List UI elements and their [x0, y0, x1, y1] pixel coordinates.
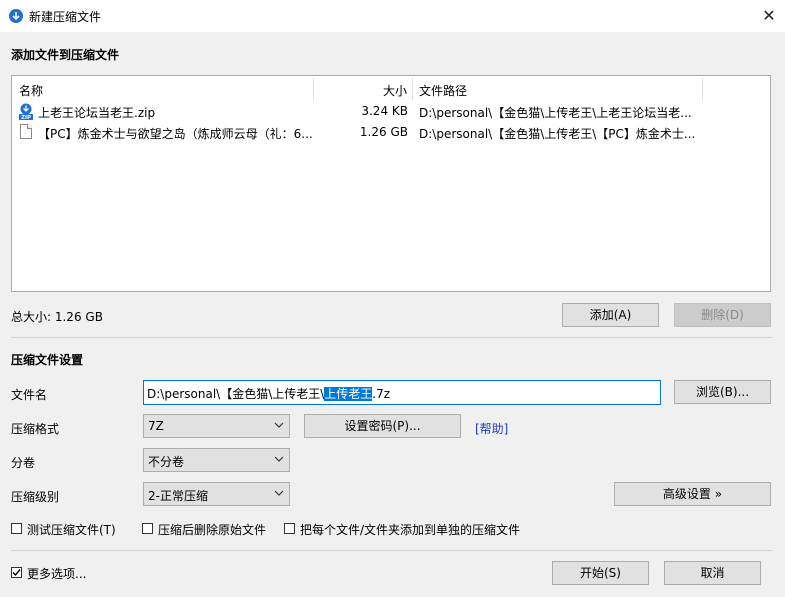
settings-section-title: 压缩文件设置	[11, 353, 84, 367]
svg-text:ZIP: ZIP	[21, 115, 31, 120]
checkmark-icon	[12, 569, 21, 577]
delete-button[interactable]: 删除(D)	[674, 303, 771, 327]
set-password-button[interactable]: 设置密码(P)...	[304, 414, 461, 438]
file-path: D:\personal\【金色猫\上传老王\【PC】炼金术士...	[419, 127, 696, 141]
divider	[11, 337, 772, 338]
test-archive-checkbox[interactable]	[11, 523, 22, 534]
delete-source-checkbox[interactable]	[142, 523, 153, 534]
test-archive-label[interactable]: 测试压缩文件(T)	[27, 521, 116, 538]
chevron-down-icon	[274, 422, 284, 428]
close-icon[interactable]: ✕	[755, 2, 783, 30]
cancel-button[interactable]: 取消	[664, 561, 761, 585]
file-size: 3.24 KB	[361, 104, 408, 118]
list-item[interactable]: ZIP 上老王论坛当老王.zip 3.24 KB D:\personal\【金色…	[16, 102, 768, 122]
delete-source-label[interactable]: 压缩后删除原始文件	[158, 521, 266, 538]
column-divider[interactable]	[412, 78, 413, 100]
file-size: 1.26 GB	[359, 125, 408, 139]
total-size: 总大小: 1.26 GB	[11, 310, 103, 324]
window-title: 新建压缩文件	[29, 10, 102, 24]
list-item[interactable]: 【PC】炼金术士与欲望之岛（炼成师云母（礼：6... 1.26 GB D:\pe…	[16, 123, 768, 143]
format-value: 7Z	[148, 419, 164, 433]
add-button[interactable]: 添加(A)	[562, 303, 659, 327]
divider	[11, 550, 772, 551]
separate-archives-label[interactable]: 把每个文件/文件夹添加到单独的压缩文件	[300, 521, 520, 538]
level-select[interactable]: 2-正常压缩	[143, 482, 290, 506]
filename-suffix: .7z	[372, 387, 391, 401]
volume-value: 不分卷	[148, 455, 185, 469]
column-header-name[interactable]: 名称	[19, 82, 43, 99]
help-link[interactable]: [帮助]	[475, 420, 508, 437]
column-divider[interactable]	[313, 78, 314, 100]
column-divider[interactable]	[702, 78, 703, 100]
column-header-size[interactable]: 大小	[383, 82, 407, 99]
file-path: D:\personal\【金色猫\上传老王\上老王论坛当老...	[419, 106, 692, 120]
column-header-path[interactable]: 文件路径	[419, 82, 467, 99]
advanced-settings-button[interactable]: 高级设置 »	[614, 482, 771, 506]
file-name: 上老王论坛当老王.zip	[38, 106, 156, 120]
add-section-title: 添加文件到压缩文件	[11, 48, 120, 62]
chevron-down-icon	[274, 490, 284, 496]
separate-archives-checkbox[interactable]	[284, 523, 295, 534]
format-label: 压缩格式	[11, 422, 60, 436]
app-logo-icon	[9, 9, 23, 23]
filename-label: 文件名	[11, 388, 48, 402]
title-bar	[0, 0, 785, 32]
file-name: 【PC】炼金术士与欲望之岛（炼成师云母（礼：6...	[38, 127, 313, 141]
browse-button[interactable]: 浏览(B)...	[674, 380, 771, 404]
filename-input[interactable]: D:\personal\【金色猫\上传老王\上传老王.7z	[143, 380, 661, 405]
file-list[interactable]: 名称 大小 文件路径 ZIP 上老王论坛当老王.zip 3.24 KB D:\p…	[11, 75, 771, 292]
filename-selection: 上传老王	[324, 387, 373, 401]
start-button[interactable]: 开始(S)	[552, 561, 649, 585]
level-value: 2-正常压缩	[148, 489, 208, 503]
document-icon	[20, 124, 32, 139]
level-label: 压缩级别	[11, 490, 60, 504]
volume-select[interactable]: 不分卷	[143, 448, 290, 472]
volume-label: 分卷	[11, 456, 36, 470]
more-options-checkbox[interactable]	[11, 567, 22, 578]
zip-file-icon: ZIP	[19, 103, 33, 120]
format-select[interactable]: 7Z	[143, 414, 290, 438]
filename-prefix: D:\personal\【金色猫\上传老王\	[147, 387, 325, 401]
more-options-label[interactable]: 更多选项...	[27, 565, 86, 582]
chevron-down-icon	[274, 456, 284, 462]
